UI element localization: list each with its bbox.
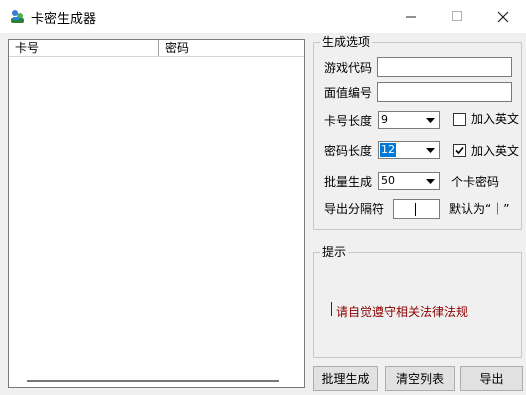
text-cursor xyxy=(415,203,416,216)
hint-text: 请自觉遵守相关法律法规 xyxy=(336,305,469,319)
options-group-title: 生成选项 xyxy=(320,35,373,49)
horizontal-scrollbar[interactable] xyxy=(27,380,279,382)
batch-select[interactable]: 50 xyxy=(378,172,440,190)
separator-input[interactable] xyxy=(393,199,440,219)
card-add-english-label: 加入英文 xyxy=(471,112,520,126)
card-length-select[interactable]: 9 xyxy=(378,111,440,129)
hint-cursor xyxy=(331,302,332,316)
app-icon xyxy=(11,10,24,23)
pwd-length-label: 密码长度 xyxy=(324,144,373,158)
clear-list-button[interactable]: 清空列表 xyxy=(385,366,455,391)
column-header-password[interactable]: 密码 xyxy=(159,40,304,56)
minimize-icon xyxy=(405,16,416,18)
face-value-input[interactable] xyxy=(377,82,512,102)
card-add-english-checkbox[interactable] xyxy=(453,113,466,126)
chevron-down-icon xyxy=(422,112,439,128)
pwd-add-english-checkbox[interactable] xyxy=(453,144,466,157)
export-button[interactable]: 导出 xyxy=(460,366,523,391)
close-icon xyxy=(497,11,509,22)
hint-group-title: 提示 xyxy=(320,245,349,259)
separator-default-hint: 默认为“｜” xyxy=(449,202,510,216)
game-code-input[interactable] xyxy=(377,57,512,77)
card-length-value: 9 xyxy=(381,113,388,126)
pwd-length-value: 12 xyxy=(380,143,396,157)
batch-value: 50 xyxy=(381,174,395,187)
card-list[interactable]: 卡号 密码 xyxy=(8,39,305,388)
card-length-label: 卡号长度 xyxy=(324,114,373,128)
column-header-card[interactable]: 卡号 xyxy=(9,40,159,56)
chevron-down-icon xyxy=(422,173,439,189)
list-header: 卡号 密码 xyxy=(9,40,304,57)
minimize-button[interactable] xyxy=(388,0,434,33)
batch-label: 批量生成 xyxy=(324,175,373,189)
close-button[interactable] xyxy=(480,0,526,33)
maximize-button xyxy=(434,0,480,33)
checkmark-icon xyxy=(455,146,464,155)
window-title: 卡密生成器 xyxy=(31,12,97,27)
pwd-length-select[interactable]: 12 xyxy=(378,141,440,159)
batch-suffix: 个卡密码 xyxy=(451,175,500,189)
pwd-add-english-label: 加入英文 xyxy=(471,144,520,158)
separator-label: 导出分隔符 xyxy=(324,202,385,216)
chevron-down-icon xyxy=(422,142,439,158)
maximize-icon xyxy=(451,11,462,21)
generate-button[interactable]: 批理生成 xyxy=(313,366,378,391)
title-bar: 卡密生成器 xyxy=(0,0,526,33)
face-value-label: 面值编号 xyxy=(324,86,373,100)
game-code-label: 游戏代码 xyxy=(324,61,373,75)
